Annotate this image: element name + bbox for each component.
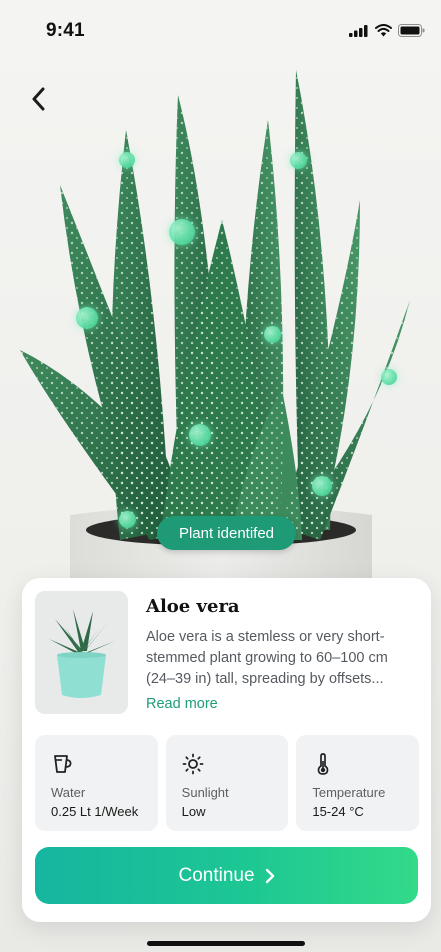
back-button[interactable]	[24, 84, 54, 114]
scan-point[interactable]	[381, 369, 397, 385]
scan-point[interactable]	[189, 424, 211, 446]
scan-point[interactable]	[312, 476, 332, 496]
plant-description: Aloe vera is a stemless or very short-st…	[146, 629, 388, 687]
water-jug-icon	[54, 755, 72, 773]
care-stat-sunlight: Sunlight Low	[165, 735, 289, 831]
care-stat-temperature: Temperature 15-24 °C	[296, 735, 420, 831]
plant-thumbnail	[35, 591, 128, 714]
chevron-left-icon	[32, 87, 45, 111]
care-stat-water: Water 0.25 Lt 1/Week	[35, 735, 158, 831]
status-icons	[349, 24, 425, 37]
care-stat-label: Temperature	[312, 785, 386, 800]
read-more-link[interactable]: Read more	[146, 696, 218, 712]
plant-identified-screen: 9:41 Plant identifed Aloe vera Aloe vera…	[0, 0, 441, 952]
plant-identified-badge: Plant identifed	[157, 516, 296, 550]
wifi-icon	[375, 24, 392, 37]
signal-icon	[349, 24, 368, 37]
care-stat-value: 0.25 Lt 1/Week	[51, 804, 139, 819]
home-indicator[interactable]	[147, 941, 305, 946]
continue-button-label: Continue	[178, 864, 255, 886]
potted-plant-thumbnail-image	[35, 591, 128, 714]
care-stat-label: Water	[51, 785, 86, 800]
scan-point[interactable]	[264, 326, 281, 343]
sun-icon	[182, 753, 204, 775]
scan-point[interactable]	[290, 152, 307, 169]
scan-point[interactable]	[119, 152, 135, 168]
care-stat-value: Low	[181, 804, 206, 819]
plant-name: Aloe vera	[146, 596, 240, 617]
care-stats: Water 0.25 Lt 1/Week Sunlight Low Temper…	[35, 735, 420, 831]
scan-point[interactable]	[169, 219, 195, 245]
status-bar: 9:41	[0, 0, 441, 52]
scan-point[interactable]	[119, 511, 136, 528]
care-stat-label: Sunlight	[181, 785, 229, 800]
chevron-right-icon	[265, 868, 274, 883]
status-time: 9:41	[46, 20, 85, 41]
battery-icon	[398, 24, 425, 37]
thermometer-icon	[317, 753, 329, 775]
plant-info-card: Aloe vera Aloe vera is a stemless or ver…	[22, 578, 431, 922]
continue-button[interactable]: Continue	[35, 847, 418, 904]
scan-point[interactable]	[76, 307, 98, 329]
care-stat-value: 15-24 °C	[312, 804, 364, 819]
